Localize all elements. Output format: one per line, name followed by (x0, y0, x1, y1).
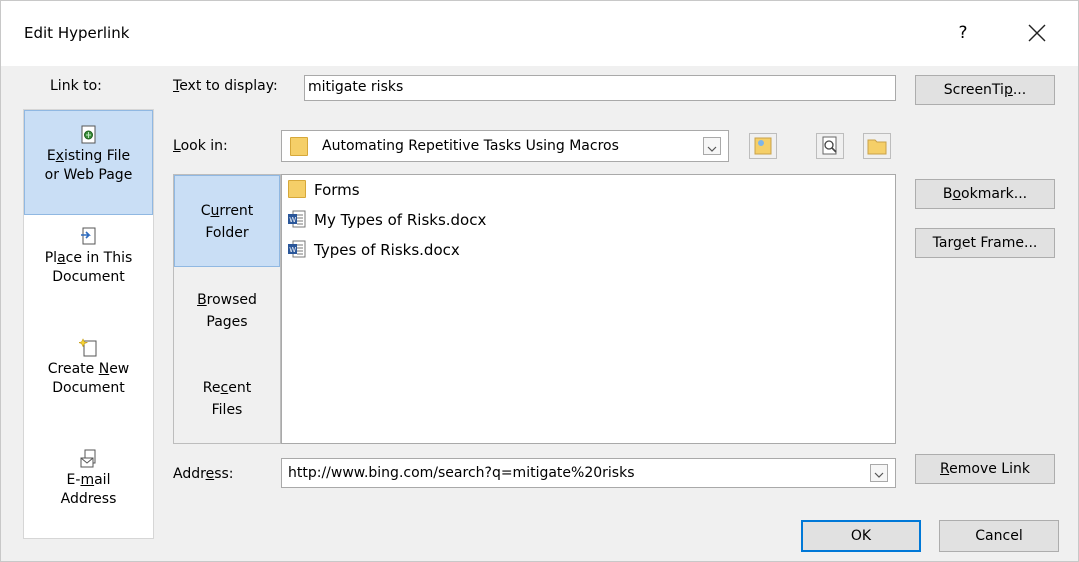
svg-text:W: W (289, 216, 296, 224)
link-to-label: Link to: (50, 78, 102, 94)
browse-file-button[interactable] (816, 133, 844, 159)
link-to-existing-file[interactable]: Existing File or Web Page (24, 110, 153, 215)
link-to-email-address[interactable]: E-mail Address (24, 445, 153, 545)
chevron-down-icon (707, 146, 717, 152)
web-folder-icon (754, 137, 772, 155)
ok-button[interactable]: OK (801, 520, 921, 552)
search-file-icon (822, 136, 837, 155)
text-to-display-input[interactable]: mitigate risks (304, 75, 896, 101)
bookmark-button[interactable]: Bookmark... (915, 179, 1055, 209)
link-to-panel: Existing File or Web Page Place in This … (23, 109, 154, 539)
place-label-2: Document (52, 269, 125, 285)
edit-hyperlink-dialog: Edit Hyperlink ? Link to: Existing File … (0, 0, 1079, 562)
create-new-label-2: Document (52, 380, 125, 396)
place-in-document-icon (80, 227, 95, 245)
file-name: My Types of Risks.docx (314, 211, 487, 229)
browse-tabs: Current Folder Browsed Pages Recent File… (173, 174, 281, 444)
help-button[interactable]: ? (951, 20, 975, 46)
folder-icon (288, 180, 306, 198)
create-new-label-1: Create New (47, 361, 130, 377)
tab-recent-files-line1: Recent (202, 380, 252, 396)
existing-file-label-2: or Web Page (44, 167, 133, 183)
close-icon (1028, 24, 1046, 42)
browse-web-button[interactable] (749, 133, 777, 159)
tab-current-folder-line1: Current (200, 203, 254, 219)
email-label-1: E-mail (66, 472, 111, 488)
tab-browsed-pages-line1: Browsed (197, 292, 257, 308)
remove-link-button[interactable]: Remove Link (915, 454, 1055, 484)
word-document-icon: W (288, 240, 306, 258)
tab-browsed-pages-line2: Pages (206, 314, 248, 330)
look-in-dropdown-arrow[interactable] (703, 137, 721, 155)
list-item[interactable]: W Types of Risks.docx (288, 239, 460, 261)
look-in-value: Automating Repetitive Tasks Using Macros (322, 138, 619, 154)
address-dropdown-arrow[interactable] (870, 464, 888, 482)
chevron-down-icon (874, 472, 884, 478)
address-value: http://www.bing.com/search?q=mitigate%20… (288, 465, 635, 481)
file-name: Forms (314, 181, 360, 199)
link-to-create-new-document[interactable]: Create New Document (24, 334, 153, 434)
tab-current-folder[interactable]: Current Folder (174, 175, 280, 267)
browse-folder-button[interactable] (863, 133, 891, 159)
dialog-title: Edit Hyperlink (24, 24, 130, 42)
tab-current-folder-line2: Folder (205, 225, 249, 241)
file-name: Types of Risks.docx (314, 241, 460, 259)
email-address-icon (80, 449, 95, 468)
word-document-icon: W (288, 210, 306, 228)
existing-file-icon (81, 125, 95, 144)
cancel-button[interactable]: Cancel (939, 520, 1059, 552)
place-label-1: Place in This (44, 250, 133, 266)
target-frame-button[interactable]: Target Frame... (915, 228, 1055, 258)
link-to-place-in-document[interactable]: Place in This Document (24, 223, 153, 323)
create-new-document-icon (78, 338, 96, 357)
screentip-button[interactable]: ScreenTip... (915, 75, 1055, 105)
tab-recent-files-line2: Files (211, 402, 243, 418)
text-to-display-label: Text to display: (173, 78, 278, 94)
address-combobox[interactable]: http://www.bing.com/search?q=mitigate%20… (281, 458, 896, 488)
existing-file-label-1: Existing File (46, 148, 131, 164)
title-bar: Edit Hyperlink ? (1, 1, 1078, 66)
look-in-label: Look in: (173, 138, 228, 154)
tab-browsed-pages[interactable]: Browsed Pages (174, 281, 280, 351)
open-folder-icon (867, 139, 887, 155)
folder-icon (290, 137, 308, 156)
close-button[interactable] (1021, 17, 1053, 49)
svg-text:W: W (289, 246, 296, 254)
file-list[interactable]: Forms W My Types of Risks.docx W Types o… (281, 174, 896, 444)
look-in-combobox[interactable]: Automating Repetitive Tasks Using Macros (281, 130, 729, 162)
address-label: Address: (173, 466, 234, 482)
tab-recent-files[interactable]: Recent Files (174, 369, 280, 439)
email-label-2: Address (60, 491, 117, 507)
list-item[interactable]: Forms (288, 179, 360, 201)
list-item[interactable]: W My Types of Risks.docx (288, 209, 486, 231)
